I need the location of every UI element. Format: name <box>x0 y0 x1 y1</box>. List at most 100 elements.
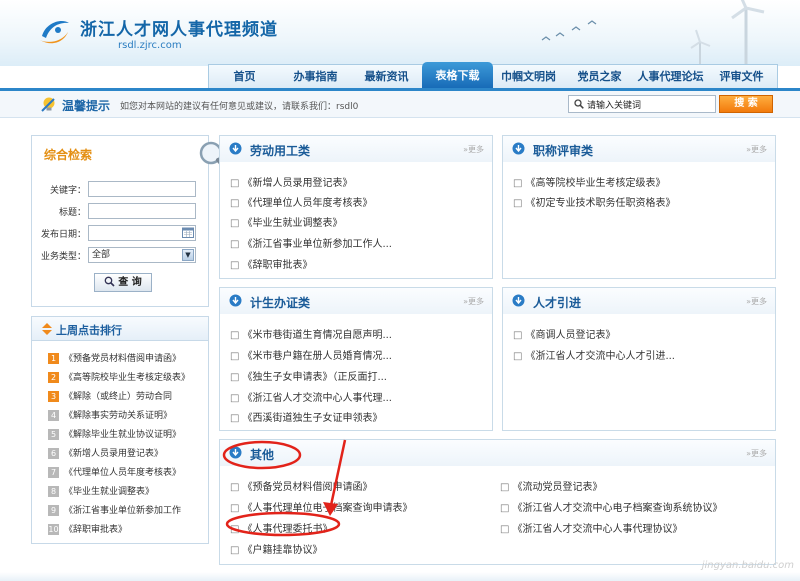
category-header: 计生办证类 »更多 <box>220 288 492 314</box>
ranking-item-label: 《解除（或终止）劳动合同 <box>64 392 173 402</box>
rank-number: 10 <box>48 524 59 535</box>
ranking-item[interactable]: 2 《高等院校毕业生考核定级表》 <box>48 370 208 386</box>
main-nav: 首页 办事指南 最新资讯 表格下载 巾帼文明岗 党员之家 人事代理论坛 评审文件 <box>208 62 778 89</box>
nav-home[interactable]: 首页 <box>209 65 280 88</box>
nav-party-home[interactable]: 党员之家 <box>564 65 635 88</box>
form-link-label: 《浙江省人才交流中心人事代理协议》 <box>512 524 683 535</box>
form-link[interactable]: □ 《辞职审批表》 <box>230 256 312 271</box>
nav-news[interactable]: 最新资讯 <box>351 65 422 88</box>
form-link[interactable]: □ 《高等院校毕业生考核定级表》 <box>513 174 665 189</box>
nav-forum[interactable]: 人事代理论坛 <box>635 65 706 88</box>
form-link[interactable]: □ 《人事代理单位电子档案查询申请表》 <box>230 499 412 514</box>
search-input[interactable] <box>587 96 713 112</box>
form-link[interactable]: □ 《毕业生就业调整表》 <box>230 214 342 229</box>
business-type-value: 全部 <box>92 250 111 260</box>
type-row: 业务类型： 全部 ▼ <box>32 246 210 266</box>
form-link[interactable]: □ 《米市巷户籍在册人员婚育情况... <box>230 347 392 362</box>
document-icon: □ <box>513 351 523 362</box>
site-title[interactable]: 浙江人才网人事代理频道 <box>80 15 278 40</box>
more-label: 更多 <box>751 449 767 458</box>
category-header: 劳动用工类 »更多 <box>220 136 492 162</box>
ranking-item[interactable]: 10 《辞职审批表》 <box>48 522 208 538</box>
more-link[interactable]: »更多 <box>746 448 767 459</box>
form-link[interactable]: □ 《浙江省人才交流中心人事代理协议》 <box>500 520 682 535</box>
form-link-label: 《浙江省人才交流中心人才引进... <box>525 351 675 362</box>
date-label: 发布日期： <box>40 230 86 240</box>
calendar-icon[interactable] <box>182 227 194 238</box>
site-header: 浙江人才网人事代理频道 rsdl.zjrc.com <box>0 0 800 66</box>
form-link[interactable]: □ 《浙江省人才交流中心电子档案查询系统协议》 <box>500 499 722 514</box>
ranking-item-label: 《解除事实劳动关系证明》 <box>64 411 173 421</box>
query-button-label: 查 询 <box>118 277 142 288</box>
document-icon: □ <box>230 178 240 189</box>
form-link[interactable]: □ 《预备党员材料借阅申请函》 <box>230 478 372 493</box>
rank-number: 9 <box>48 505 59 516</box>
ranking-item[interactable]: 7 《代理单位人员年度考核表》 <box>48 465 208 481</box>
tips-text: 如您对本网站的建议有任何意见或建议，请联系我们：rsdl0 <box>120 102 359 112</box>
document-icon: □ <box>500 503 510 514</box>
nav-women-post[interactable]: 巾帼文明岗 <box>493 65 564 88</box>
more-link[interactable]: »更多 <box>746 144 767 155</box>
keyword-row: 关键字： <box>32 180 210 200</box>
ranking-item[interactable]: 6 《新增人员录用登记表》 <box>48 446 208 462</box>
form-link[interactable]: □ 《浙江省人才交流中心人才引进... <box>513 347 675 362</box>
form-link-label: 《初定专业技术职务任职资格表》 <box>525 198 676 209</box>
more-label: 更多 <box>468 145 484 154</box>
type-label: 业务类型： <box>40 252 86 262</box>
form-link[interactable]: □ 《独生子女申请表》（正反面打... <box>230 368 387 383</box>
ranking-title: 上周点击排行 <box>56 324 122 337</box>
ranking-item[interactable]: 1 《预备党员材料借阅申请函》 <box>48 351 208 367</box>
form-link[interactable]: □ 《流动党员登记表》 <box>500 478 602 493</box>
query-button[interactable]: 查 询 <box>94 273 152 292</box>
form-link-label: 《浙江省人才交流中心人事代理... <box>242 393 392 404</box>
form-link[interactable]: □ 《西溪街道独生子女证申领表》 <box>230 409 382 424</box>
form-link[interactable]: □ 《新增人员录用登记表》 <box>230 174 352 189</box>
download-icon <box>512 142 525 155</box>
birds-decoration-icon <box>541 20 597 41</box>
ranking-item[interactable]: 5 《解除毕业生就业协议证明》 <box>48 427 208 443</box>
search-icon <box>104 276 115 287</box>
form-link-label: 《毕业生就业调整表》 <box>242 218 343 229</box>
category-title: 人才引进 <box>533 296 582 310</box>
form-link[interactable]: □ 《米市巷街道生育情况自愿声明... <box>230 326 392 341</box>
form-link-power-of-attorney[interactable]: □ 《人事代理委托书》 <box>230 520 332 535</box>
form-link[interactable]: □ 《浙江省人才交流中心人事代理... <box>230 389 392 404</box>
ranking-item-label: 《辞职审批表》 <box>64 525 128 535</box>
form-link-label: 《独生子女申请表》（正反面打... <box>242 372 387 383</box>
category-title: 劳动用工类 <box>250 144 311 158</box>
form-link[interactable]: □ 《初定专业技术职务任职资格表》 <box>513 194 675 209</box>
nav-guide[interactable]: 办事指南 <box>280 65 351 88</box>
document-icon: □ <box>230 482 240 493</box>
document-icon: □ <box>230 260 240 271</box>
document-icon: □ <box>230 239 240 250</box>
form-link[interactable]: □ 《代理单位人员年度考核表》 <box>230 194 372 209</box>
weekly-ranking-panel: 上周点击排行 1 《预备党员材料借阅申请函》 2 《高等院校毕业生考核定级表》 3 《… <box>31 316 209 544</box>
watermark: jingyan.baidu.com <box>701 560 794 571</box>
document-icon: □ <box>513 198 523 209</box>
nav-forms-download[interactable]: 表格下载 <box>422 62 493 89</box>
form-link[interactable]: □ 《商调人员登记表》 <box>513 326 615 341</box>
more-link[interactable]: »更多 <box>463 296 484 307</box>
keyword-input[interactable] <box>88 181 196 197</box>
ranking-item-label: 《浙江省事业单位新参加工作 <box>64 506 182 516</box>
ranking-item[interactable]: 9 《浙江省事业单位新参加工作 <box>48 503 208 519</box>
business-type-select[interactable]: 全部 ▼ <box>88 247 196 263</box>
search-button[interactable]: 搜 索 <box>719 95 773 113</box>
form-link-label: 《预备党员材料借阅申请函》 <box>242 482 373 493</box>
more-link[interactable]: »更多 <box>746 296 767 307</box>
date-input[interactable] <box>88 225 196 241</box>
ranking-item[interactable]: 4 《解除事实劳动关系证明》 <box>48 408 208 424</box>
form-link[interactable]: □ 《户籍挂靠协议》 <box>230 541 322 556</box>
ranking-item[interactable]: 3 《解除（或终止）劳动合同 <box>48 389 208 405</box>
ranking-item-label: 《代理单位人员年度考核表》 <box>64 468 182 478</box>
category-title: 计生办证类 <box>250 296 311 310</box>
ranking-item[interactable]: 8 《毕业生就业调整表》 <box>48 484 208 500</box>
form-link[interactable]: □ 《浙江省事业单位新参加工作人... <box>230 235 392 250</box>
more-link[interactable]: »更多 <box>463 144 484 155</box>
form-link-label: 《浙江省事业单位新参加工作人... <box>242 239 392 250</box>
talent-category-panel: 人才引进 »更多 □ 《商调人员登记表》 □ 《浙江省人才交流中心人才引进... <box>502 287 776 431</box>
form-link-label: 《人事代理单位电子档案查询申请表》 <box>242 503 413 514</box>
title-input[interactable] <box>88 203 196 219</box>
nav-review-docs[interactable]: 评审文件 <box>706 65 777 88</box>
combined-search-panel: 综合检索 关键字： 标题： 发布日期： 业务类型： 全部 ▼ 查 询 <box>31 135 230 307</box>
